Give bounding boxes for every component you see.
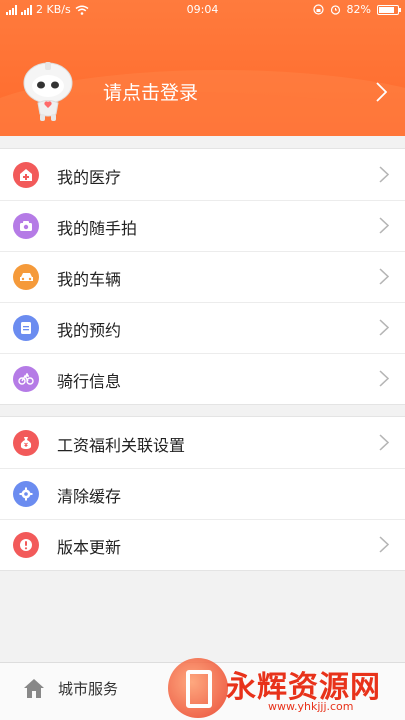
chevron-right-icon bbox=[379, 166, 389, 183]
chevron-right-icon bbox=[379, 268, 389, 285]
profile-header: 2 KB/s 09:04 82% 请点击登录 bbox=[0, 0, 405, 136]
menu-item[interactable]: 工资福利关联设置 bbox=[0, 417, 405, 468]
menu-item[interactable]: 我的预约 bbox=[0, 302, 405, 353]
medical-icon bbox=[13, 162, 39, 188]
watermark-logo: 永辉资源网 www.yhkjjj.com bbox=[168, 652, 398, 720]
menu-item-label: 我的车辆 bbox=[57, 270, 122, 289]
login-row[interactable]: 请点击登录 bbox=[0, 56, 405, 126]
alert-icon bbox=[13, 532, 39, 558]
tab-city-services[interactable]: 城市服务 bbox=[22, 677, 118, 699]
alarm-icon bbox=[330, 5, 340, 15]
menu-item[interactable]: 骑行信息 bbox=[0, 353, 405, 404]
menu-item-label: 清除缓存 bbox=[57, 487, 122, 506]
lock-rotation-icon bbox=[312, 4, 324, 15]
chevron-right-icon bbox=[379, 536, 389, 553]
menu-item[interactable]: 版本更新 bbox=[0, 519, 405, 570]
watermark-emblem bbox=[168, 658, 228, 718]
home-icon bbox=[24, 679, 44, 698]
money-bag-icon bbox=[13, 430, 39, 456]
avatar[interactable] bbox=[18, 56, 78, 122]
camera-icon bbox=[13, 213, 39, 239]
battery-icon bbox=[377, 4, 401, 15]
menu-item-label: 我的医疗 bbox=[57, 168, 122, 187]
gear-icon bbox=[13, 481, 39, 507]
chevron-right-icon bbox=[379, 319, 389, 336]
menu-item[interactable]: 我的医疗 bbox=[0, 149, 405, 200]
status-bar: 2 KB/s 09:04 82% bbox=[0, 0, 405, 20]
login-prompt[interactable]: 请点击登录 bbox=[103, 78, 198, 105]
car-icon bbox=[13, 264, 39, 290]
tab-label: 城市服务 bbox=[58, 679, 119, 698]
menu-group-settings: 工资福利关联设置 清除缓存版本更新 bbox=[0, 416, 405, 571]
menu-item[interactable]: 清除缓存 bbox=[0, 468, 405, 519]
chevron-right-icon bbox=[379, 217, 389, 234]
chevron-right-icon bbox=[379, 370, 389, 387]
chevron-right-icon bbox=[379, 434, 389, 451]
menu-item[interactable]: 我的随手拍 bbox=[0, 200, 405, 251]
menu-item-label: 版本更新 bbox=[57, 538, 122, 557]
menu-item-label: 我的预约 bbox=[57, 321, 122, 340]
watermark-url: www.yhkjjj.com bbox=[268, 700, 354, 713]
bicycle-icon bbox=[13, 366, 39, 392]
menu-item-label: 我的随手拍 bbox=[57, 219, 138, 238]
menu-item-label: 骑行信息 bbox=[57, 372, 122, 391]
chevron-right-icon[interactable] bbox=[376, 82, 387, 102]
menu-item-label: 工资福利关联设置 bbox=[57, 436, 186, 455]
battery-percent: 82% bbox=[346, 3, 371, 16]
menu-group-personal: 我的医疗我的随手拍我的车辆我的预约骑行信息 bbox=[0, 148, 405, 405]
document-icon bbox=[13, 315, 39, 341]
menu-item[interactable]: 我的车辆 bbox=[0, 251, 405, 302]
